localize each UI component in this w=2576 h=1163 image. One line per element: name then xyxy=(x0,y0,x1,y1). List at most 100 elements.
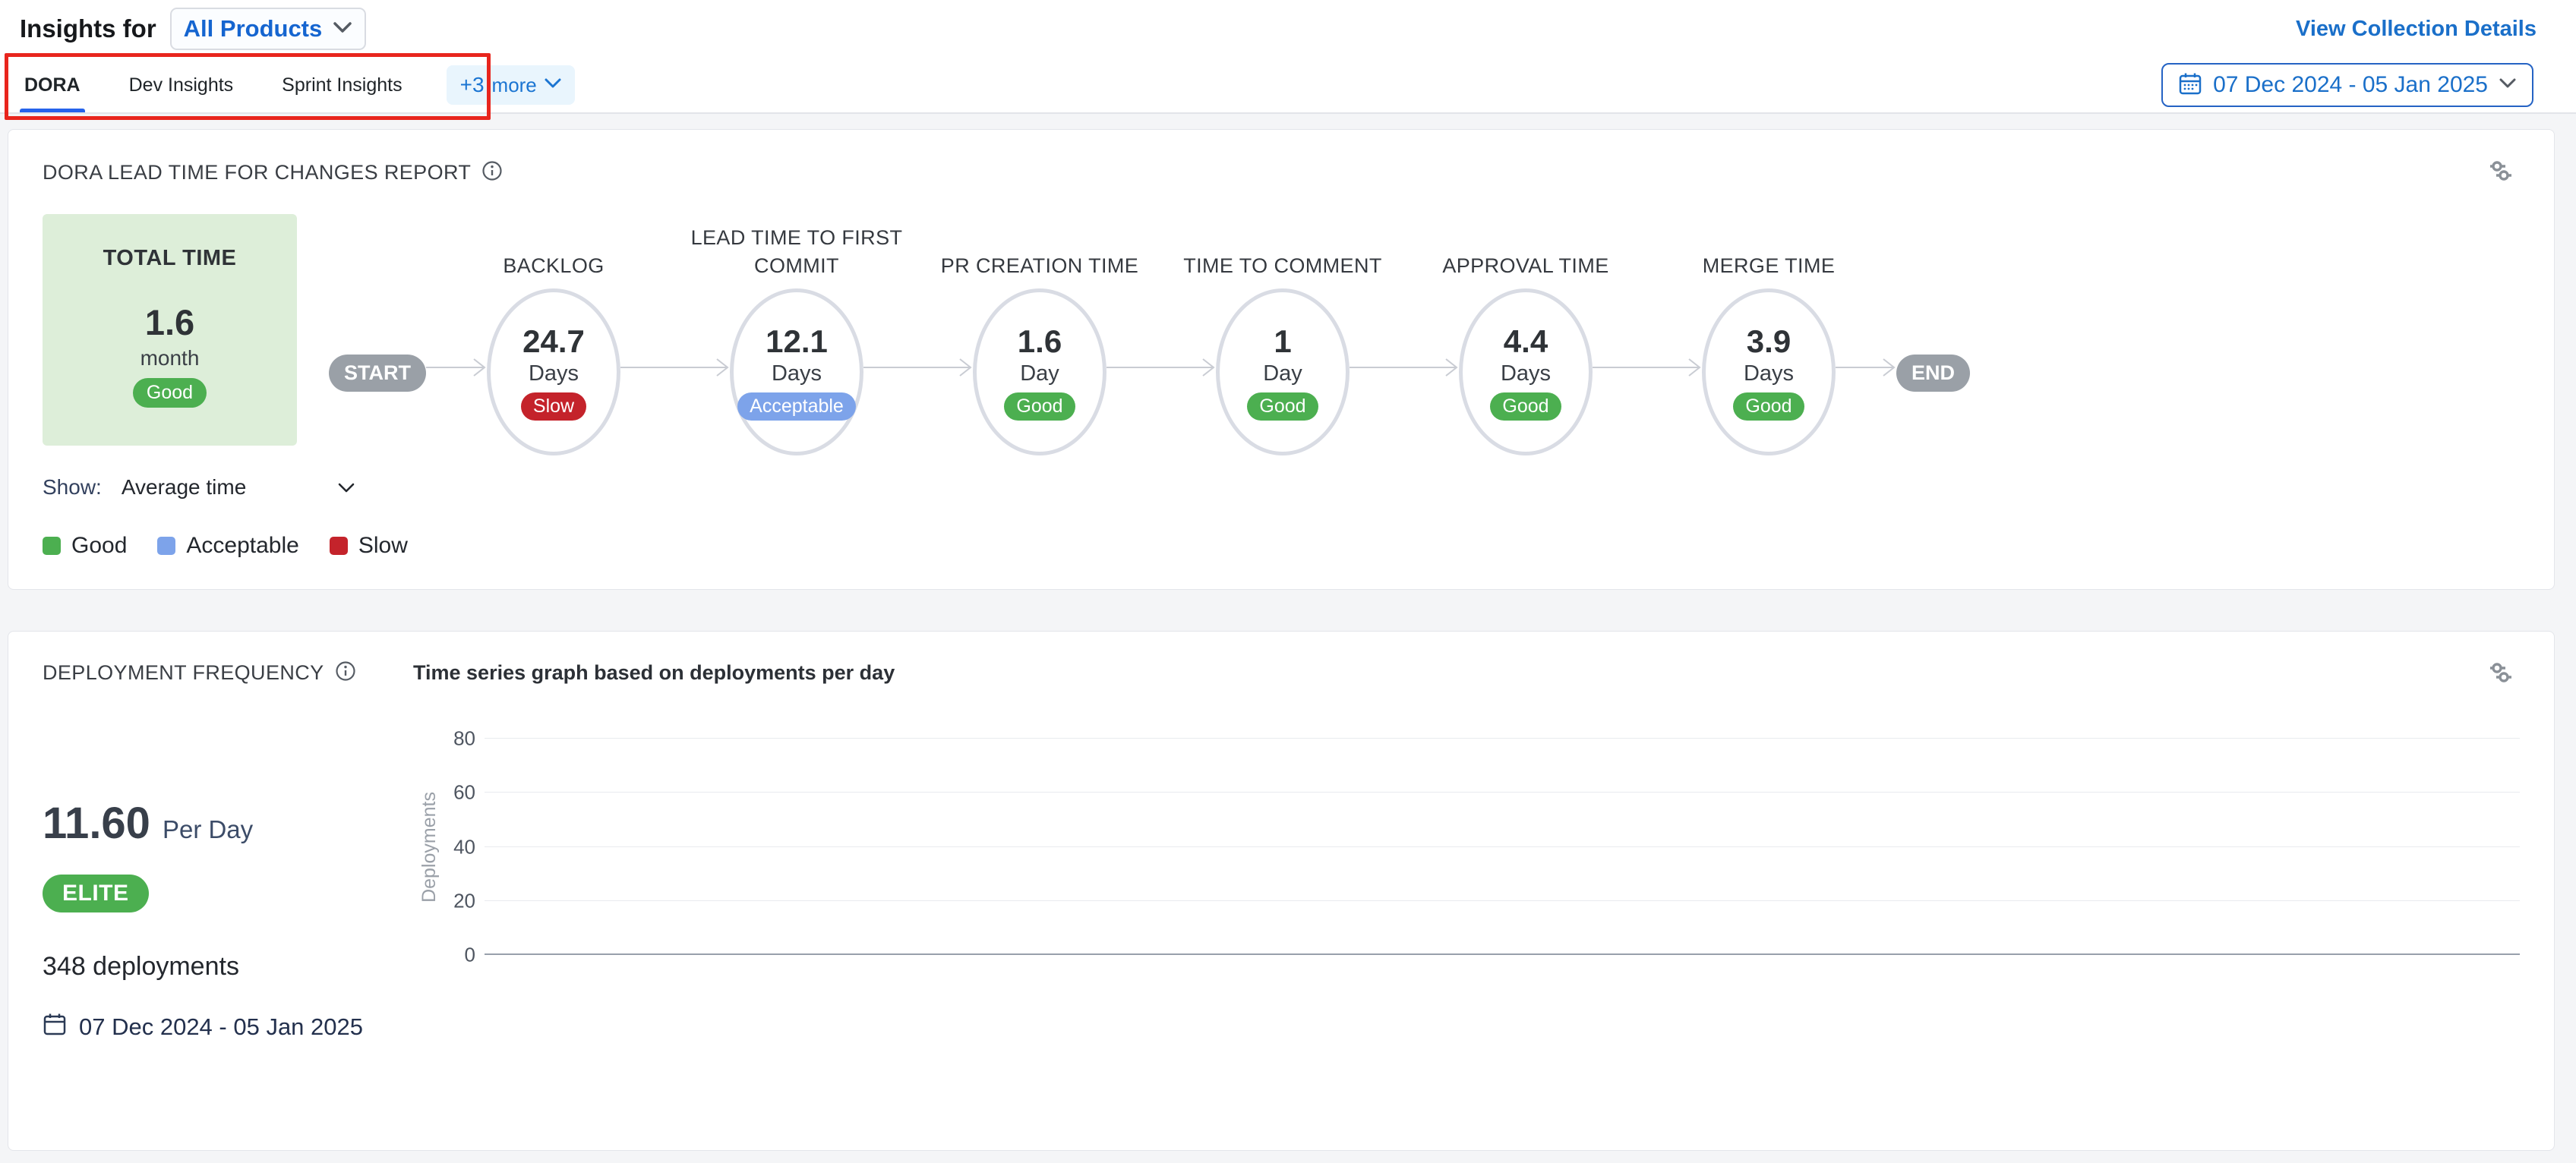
stage-value: 3.9 xyxy=(1747,323,1791,360)
stage-rating-badge: Good xyxy=(1004,392,1075,421)
total-time-rating-badge: Good xyxy=(133,378,207,408)
chevron-down-icon[interactable] xyxy=(337,475,355,500)
stage-circle[interactable]: 3.9Days Good xyxy=(1702,288,1836,455)
flow-connector-arrow xyxy=(1836,358,1896,381)
legend-item-acceptable: Acceptable xyxy=(157,533,298,559)
chart-bars xyxy=(485,739,2520,955)
info-icon[interactable] xyxy=(335,660,356,686)
legend-swatch xyxy=(43,537,61,555)
stage-time-to-comment: TIME TO COMMENT1DayGood xyxy=(1216,288,1350,455)
total-time-card: TOTAL TIME 1.6 month Good xyxy=(43,214,297,446)
y-tick: 40 xyxy=(453,835,475,859)
flow-end-pill: END xyxy=(1896,355,1970,392)
stage-value: 1.6 xyxy=(1018,323,1062,360)
chevron-down-icon xyxy=(333,20,352,38)
show-metric-select[interactable]: Average time xyxy=(122,475,246,500)
view-collection-details-link[interactable]: View Collection Details xyxy=(2296,17,2537,42)
legend-item-good: Good xyxy=(43,533,127,559)
product-selector[interactable]: All Products xyxy=(170,8,367,50)
deployment-summary: 11.60 Per Day ELITE 348 deployments 07 D… xyxy=(43,686,377,1055)
date-range-picker[interactable]: 07 Dec 2024 - 05 Jan 2025 xyxy=(2161,63,2533,107)
stage-lead-time-to-first-commit: LEAD TIME TO FIRST COMMIT12.1DaysAccepta… xyxy=(730,288,863,455)
total-time-unit: month xyxy=(43,346,297,370)
elite-badge: ELITE xyxy=(43,875,149,912)
stage-circle[interactable]: 12.1Days Acceptable xyxy=(730,288,863,455)
stage-approval-time: APPROVAL TIME4.4DaysGood xyxy=(1459,288,1593,455)
page-title: Insights for xyxy=(20,14,156,43)
tab-sprint-insights[interactable]: Sprint Insights xyxy=(277,58,406,112)
lead-time-card: DORA LEAD TIME FOR CHANGES REPORT TOTAL … xyxy=(8,129,2555,590)
y-tick: 20 xyxy=(453,889,475,912)
stage-rating-badge: Slow xyxy=(521,392,586,421)
top-header: Insights for All Products View Collectio… xyxy=(0,0,2576,58)
stage-circle[interactable]: 4.4Days Good xyxy=(1459,288,1593,455)
flow-connector-arrow xyxy=(620,358,730,381)
flow-connector-arrow xyxy=(1350,358,1459,381)
stage-unit: Days xyxy=(1501,361,1551,386)
stage-unit: Days xyxy=(1744,361,1794,386)
stage-label: BACKLOG xyxy=(428,252,679,279)
stage-label: LEAD TIME TO FIRST COMMIT xyxy=(671,224,922,279)
stage-label: MERGE TIME xyxy=(1643,252,1894,279)
stage-merge-time: MERGE TIME3.9DaysGood xyxy=(1702,288,1836,455)
more-tabs-label: more xyxy=(492,74,537,97)
rating-legend: Good Acceptable Slow xyxy=(43,533,2520,559)
chevron-down-icon xyxy=(2499,77,2517,93)
more-tabs-count: +3 xyxy=(460,73,485,97)
stage-rating-badge: Acceptable xyxy=(737,392,856,421)
stage-value: 12.1 xyxy=(766,323,828,360)
stage-value: 1 xyxy=(1274,323,1291,360)
info-icon[interactable] xyxy=(481,160,503,185)
y-tick: 60 xyxy=(453,781,475,805)
chart-title: Time series graph based on deployments p… xyxy=(413,661,895,685)
more-tabs-button[interactable]: +3 more xyxy=(447,65,575,105)
stage-unit: Days xyxy=(529,361,579,386)
deployment-total: 348 deployments xyxy=(43,952,377,982)
legend-label: Acceptable xyxy=(186,533,298,559)
stage-value: 4.4 xyxy=(1504,323,1548,360)
tab-dev-insights[interactable]: Dev Insights xyxy=(125,58,238,112)
deployment-rate-value: 11.60 xyxy=(43,798,150,849)
stage-label: TIME TO COMMENT xyxy=(1157,252,1408,279)
legend-label: Good xyxy=(71,533,127,559)
deployment-card-title: DEPLOYMENT FREQUENCY xyxy=(43,661,324,685)
deployment-rate-unit: Per Day xyxy=(163,815,253,844)
y-axis-ticks: 020406080 xyxy=(445,739,485,955)
legend-item-slow: Slow xyxy=(330,533,408,559)
show-label: Show: xyxy=(43,475,102,500)
calendar-icon xyxy=(43,1012,67,1042)
stage-circle[interactable]: 1.6Day Good xyxy=(973,288,1106,455)
widget-settings-icon[interactable] xyxy=(2487,159,2514,187)
widget-settings-icon[interactable] xyxy=(2487,660,2514,689)
deployment-date-range: 07 Dec 2024 - 05 Jan 2025 xyxy=(79,1013,363,1041)
x-axis-labels xyxy=(485,955,2520,1055)
total-time-label: TOTAL TIME xyxy=(43,246,297,271)
flow-connector-arrow xyxy=(1593,358,1702,381)
stage-label: APPROVAL TIME xyxy=(1400,252,1651,279)
flow-connector-arrow xyxy=(863,358,973,381)
stage-rating-badge: Good xyxy=(1490,392,1561,421)
tab-band: DORADev InsightsSprint Insights +3 more … xyxy=(0,58,2576,114)
stage-circle[interactable]: 24.7Days Slow xyxy=(487,288,620,455)
lead-time-card-title: DORA LEAD TIME FOR CHANGES REPORT xyxy=(43,161,471,184)
stage-rating-badge: Good xyxy=(1733,392,1804,421)
deployment-frequency-card: DEPLOYMENT FREQUENCY Time series graph b… xyxy=(8,631,2555,1151)
stage-unit: Days xyxy=(772,361,822,386)
flow-connector-arrow xyxy=(1106,358,1216,381)
legend-swatch xyxy=(330,537,348,555)
legend-label: Slow xyxy=(358,533,408,559)
chart-plot xyxy=(485,739,2520,955)
stage-rating-badge: Good xyxy=(1247,392,1318,421)
flow: STARTBACKLOG24.7DaysSlowLEAD TIME TO FIR… xyxy=(329,205,1970,455)
y-tick: 80 xyxy=(453,727,475,751)
stage-value: 24.7 xyxy=(522,323,585,360)
total-time-value: 1.6 xyxy=(43,301,297,343)
stage-circle[interactable]: 1Day Good xyxy=(1216,288,1350,455)
deployment-chart: Deployments 020406080 xyxy=(413,686,2520,1055)
tab-dora[interactable]: DORA xyxy=(20,58,85,112)
date-range-value: 07 Dec 2024 - 05 Jan 2025 xyxy=(2213,72,2488,98)
stage-unit: Day xyxy=(1263,361,1302,386)
legend-swatch xyxy=(157,537,175,555)
stage-unit: Day xyxy=(1020,361,1059,386)
tab-list: DORA Dev Insights Sprint Insights xyxy=(20,58,447,112)
